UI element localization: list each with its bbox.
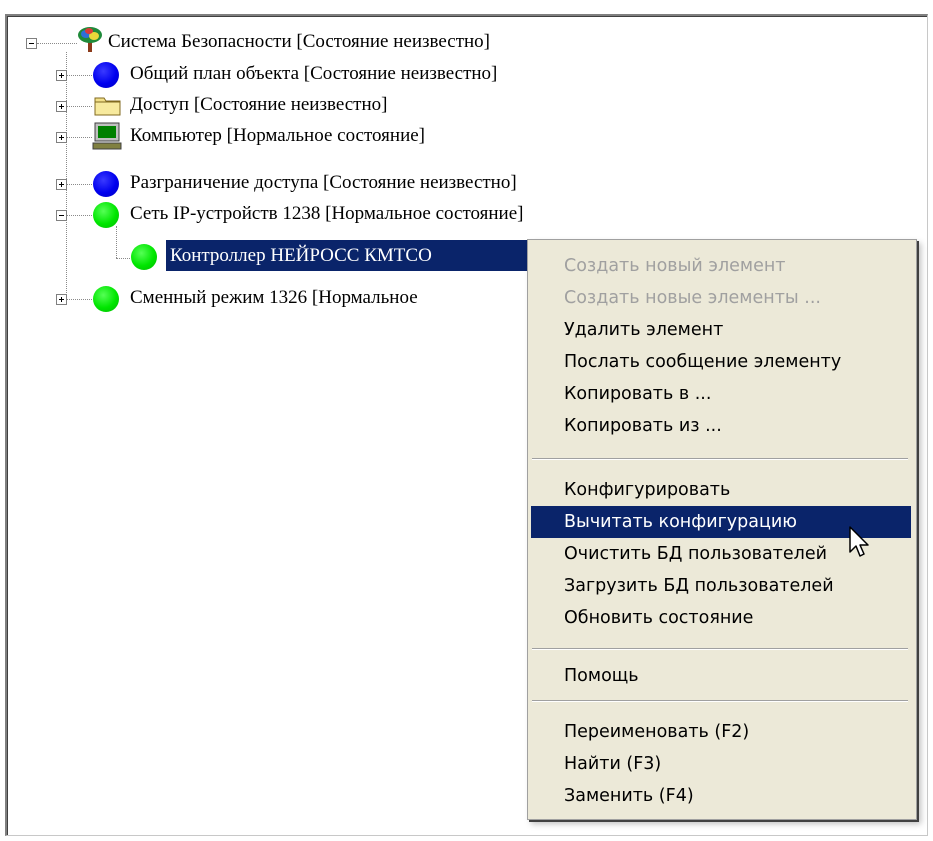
menu-item-configure[interactable]: Конфигурировать [531,474,911,506]
tree-line [66,215,92,216]
security-system-tree-icon [78,27,102,52]
tree-line [116,226,117,258]
menu-item-send-message[interactable]: Послать сообщение элементу [531,346,911,378]
menu-separator [532,648,908,650]
expand-toggle[interactable] [56,101,67,112]
mouse-cursor-icon [849,526,869,557]
menu-separator [532,700,908,702]
menu-item-replace[interactable]: Заменить (F4) [531,780,911,812]
expand-toggle[interactable] [56,179,67,190]
tree-item-shift-mode[interactable]: Сменный режим 1326 [Нормальное [130,286,418,310]
tree-item-computer[interactable]: Компьютер [Нормальное состояние] [130,124,425,148]
tree-item-access-control[interactable]: Разграничение доступа [Состояние неизвес… [130,171,517,195]
menu-item-copy-from[interactable]: Копировать из ... [531,410,911,442]
tree-item-security-system[interactable]: Система Безопасности [Состояние неизвест… [108,30,490,54]
menu-item-create-element[interactable]: Создать новый элемент [531,250,911,282]
menu-item-load-user-db[interactable]: Загрузить БД пользователей [531,570,911,602]
tree-line [116,258,130,259]
tree-line [37,43,77,44]
tree-line [66,137,92,138]
green-circle-icon [93,202,119,228]
menu-item-rename[interactable]: Переименовать (F2) [531,716,911,748]
menu-separator [532,458,908,460]
expand-toggle[interactable] [56,294,67,305]
tree-line [66,52,67,299]
tree-line [66,75,92,76]
menu-item-delete-element[interactable]: Удалить элемент [531,314,911,346]
collapse-toggle[interactable] [56,210,67,221]
tree-item-access[interactable]: Доступ [Состояние неизвестно] [130,93,387,117]
green-circle-icon [93,286,119,312]
menu-item-refresh-status[interactable]: Обновить состояние [531,602,911,634]
menu-item-help[interactable]: Помощь [531,660,911,692]
menu-item-find[interactable]: Найти (F3) [531,748,911,780]
menu-item-create-elements[interactable]: Создать новые элементы ... [531,282,911,314]
tree-line [66,106,92,107]
green-circle-icon [131,244,157,270]
blue-circle-icon [93,171,119,197]
tree-line [66,184,92,185]
tree-item-ip-network[interactable]: Сеть IP-устройств 1238 [Нормальное состо… [130,202,523,226]
expand-toggle[interactable] [56,132,67,143]
blue-circle-icon [93,62,119,88]
computer-icon [92,122,122,150]
tree-line [66,299,92,300]
tree-item-general-plan[interactable]: Общий план объекта [Состояние неизвестно… [130,62,497,86]
menu-item-copy-to[interactable]: Копировать в ... [531,378,911,410]
folder-icon [94,97,121,116]
collapse-toggle[interactable] [26,38,37,49]
expand-toggle[interactable] [56,70,67,81]
